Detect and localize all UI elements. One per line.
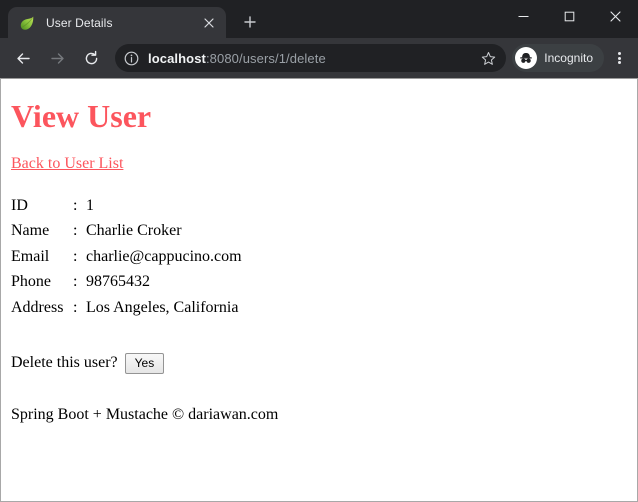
three-dot-menu-icon[interactable] — [606, 44, 632, 72]
user-detail-table: ID:1 Name: Charlie Croker Email: charlie@cap… — [11, 193, 242, 321]
detail-separator: : — [73, 273, 78, 291]
forward-button — [43, 44, 71, 72]
detail-value: Charlie Croker — [86, 222, 182, 240]
table-row: Name: Charlie Croker — [11, 218, 242, 244]
window-controls — [500, 0, 638, 32]
detail-value: 98765432 — [86, 273, 150, 291]
detail-value: 1 — [86, 196, 94, 214]
page-title: View User — [11, 98, 152, 134]
browser-window: User Details localhost:8080/users/1/dele… — [0, 0, 638, 502]
back-to-user-list-link[interactable]: Back to User List — [11, 155, 123, 172]
close-tab-icon[interactable] — [200, 14, 218, 32]
tab-strip: User Details — [0, 0, 638, 38]
detail-separator: : — [73, 196, 78, 214]
close-window-button[interactable] — [592, 0, 638, 32]
detail-separator: : — [73, 247, 78, 265]
table-row: Phone:98765432 — [11, 269, 242, 295]
url-path: :8080/users/1/delete — [205, 50, 326, 66]
menu-dot — [617, 52, 621, 55]
reload-button[interactable] — [77, 44, 105, 72]
menu-dot — [617, 56, 621, 60]
url-host: localhost — [148, 50, 206, 66]
table-row: Address: Los Angeles, California — [11, 295, 242, 321]
minimize-window-button[interactable] — [500, 0, 546, 32]
detail-value: charlie@cappucino.com — [86, 247, 242, 265]
detail-label: Address — [11, 298, 64, 316]
page-footer-note: Spring Boot + Mustache © dariawan.com — [11, 405, 279, 423]
url-text: localhost:8080/users/1/delete — [148, 51, 472, 66]
confirm-delete-yes-button[interactable]: Yes — [124, 352, 165, 374]
maximize-window-button[interactable] — [546, 0, 592, 32]
incognito-profile-button[interactable]: Incognito — [512, 44, 604, 72]
menu-dot — [617, 61, 621, 64]
delete-prompt-label: Delete this user? — [11, 354, 118, 372]
detail-label: ID — [11, 196, 28, 214]
incognito-label: Incognito — [544, 51, 593, 65]
detail-value: Los Angeles, California — [86, 298, 239, 316]
browser-tab-user-details[interactable]: User Details — [8, 7, 226, 38]
new-tab-button[interactable] — [236, 8, 264, 36]
page-viewport: View User Back to User List ID:1 Name: Cha… — [0, 78, 638, 502]
info-circle-icon[interactable] — [123, 50, 140, 67]
back-button[interactable] — [9, 44, 37, 72]
address-bar[interactable]: localhost:8080/users/1/delete — [115, 44, 507, 72]
detail-label: Name — [11, 222, 50, 240]
spring-boot-leaf-icon — [19, 15, 35, 31]
user-detail-rows: ID:1 Name: Charlie Croker Email: charlie@cap… — [11, 193, 242, 321]
detail-separator: : — [73, 222, 78, 240]
browser-toolbar: localhost:8080/users/1/delete Incognito — [0, 38, 638, 78]
web-page-content: View User Back to User List ID:1 Name: Cha… — [1, 79, 637, 501]
detail-separator: : — [73, 298, 78, 316]
detail-label: Email — [11, 247, 50, 265]
star-icon[interactable] — [476, 46, 500, 70]
detail-label: Phone — [11, 273, 51, 291]
delete-prompt-row: Delete this user? Yes — [11, 352, 629, 374]
table-row: Email: charlie@cappucino.com — [11, 244, 242, 270]
table-row: ID:1 — [11, 193, 242, 219]
tab-title: User Details — [46, 15, 113, 30]
incognito-spy-icon — [515, 47, 538, 69]
